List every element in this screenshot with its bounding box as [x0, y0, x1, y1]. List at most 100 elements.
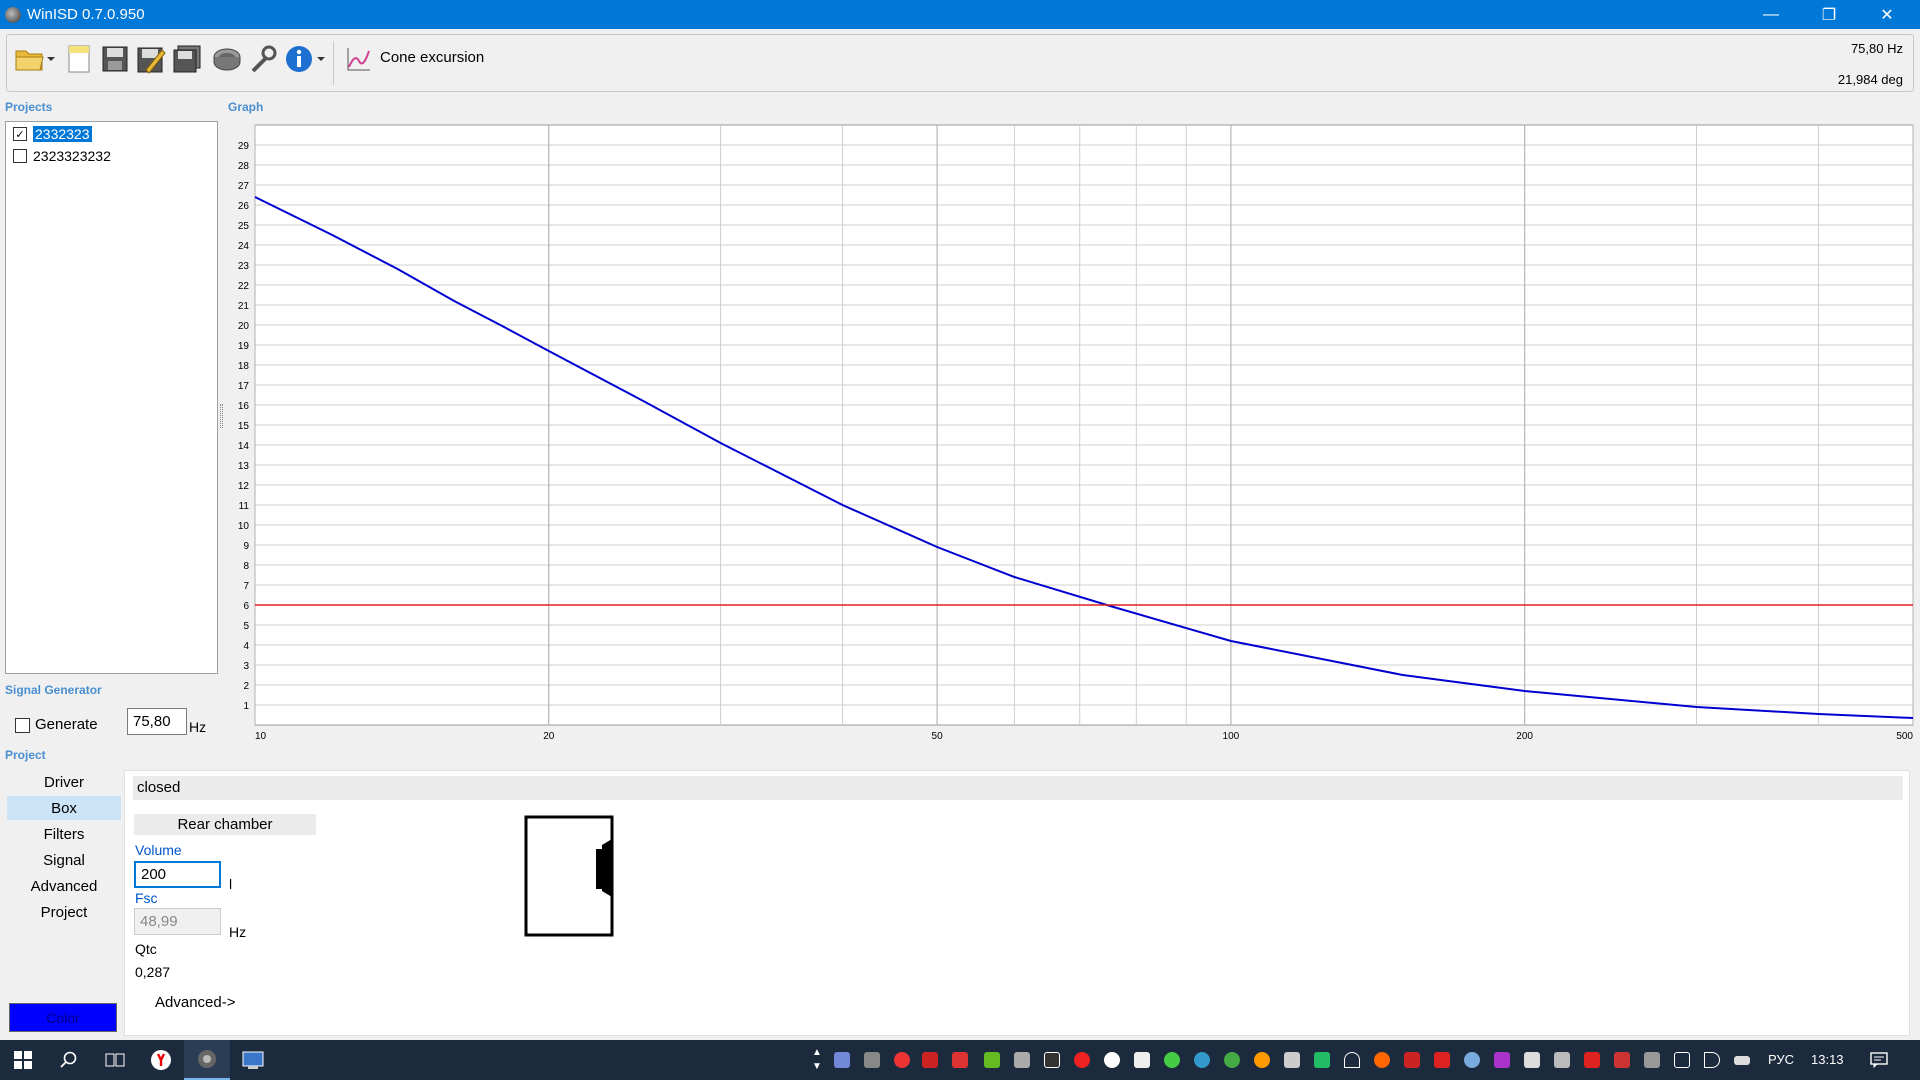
monitor-icon[interactable]	[1644, 1052, 1660, 1068]
y-tick-label: 19	[238, 341, 250, 352]
x-tick-label: 20	[543, 731, 555, 740]
nvidia-icon[interactable]	[984, 1052, 1000, 1068]
usb-icon[interactable]	[1284, 1052, 1300, 1068]
project-checkbox[interactable]	[13, 149, 27, 163]
media-icon[interactable]	[864, 1052, 880, 1068]
info-icon[interactable]	[283, 43, 327, 75]
y-tick-label: 14	[238, 441, 250, 452]
generate-checkbox[interactable]	[15, 718, 30, 733]
project-name: 2332323	[33, 126, 92, 142]
y-tick-label: 10	[238, 521, 250, 532]
clock[interactable]: 13:13	[1811, 1052, 1844, 1067]
task-view-icon[interactable]	[92, 1040, 138, 1080]
taskbar: ▲ ▼ РУС 13:13	[0, 1040, 1920, 1080]
counter-app-icon[interactable]	[1434, 1052, 1450, 1068]
nav-box[interactable]: Box	[7, 796, 121, 820]
restore-button[interactable]: ❐	[1800, 0, 1858, 29]
search-icon[interactable]	[46, 1040, 92, 1080]
minimize-button[interactable]: —	[1742, 0, 1800, 29]
yandex-tray-icon[interactable]	[894, 1052, 910, 1068]
graph-icon[interactable]	[343, 43, 375, 75]
action-center-icon[interactable]	[1856, 1040, 1902, 1080]
graph-label: Graph	[228, 100, 264, 114]
projects-list[interactable]: ✓ 2332323 2323323232	[5, 121, 218, 674]
y-tick-label: 13	[238, 461, 250, 472]
fsc-label: Fsc	[135, 890, 158, 906]
frequency-input[interactable]	[127, 708, 187, 735]
nav-advanced[interactable]: Advanced	[7, 874, 121, 898]
y-tick-label: 3	[243, 661, 249, 672]
signal-generator-label: Signal Generator	[5, 683, 102, 697]
y-tick-label: 4	[243, 641, 249, 652]
game-app-icon[interactable]	[1404, 1052, 1420, 1068]
y-tick-label: 29	[238, 141, 250, 152]
volume-unit: l	[229, 876, 233, 892]
tablet-icon[interactable]	[1524, 1052, 1540, 1068]
windows-start-icon[interactable]	[0, 1040, 46, 1080]
box-diagram	[524, 815, 614, 937]
y-tick-label: 5	[243, 621, 249, 632]
wifi-icon[interactable]	[1344, 1052, 1360, 1068]
discord-icon[interactable]	[834, 1052, 850, 1068]
app-taskbar-icon[interactable]	[230, 1040, 276, 1080]
network-app-icon[interactable]	[1194, 1052, 1210, 1068]
y-tick-label: 9	[243, 541, 249, 552]
nav-signal[interactable]: Signal	[7, 848, 121, 872]
y-tick-label: 1	[243, 701, 249, 712]
app-icon	[5, 7, 21, 23]
y-tick-label: 11	[239, 501, 250, 512]
save-all-icon[interactable]	[171, 43, 203, 75]
project-checkbox[interactable]: ✓	[13, 127, 27, 141]
security-icon[interactable]	[1314, 1052, 1330, 1068]
origin-icon[interactable]	[1374, 1052, 1390, 1068]
epic-games-icon[interactable]	[1044, 1052, 1060, 1068]
battery-icon[interactable]	[1734, 1056, 1750, 1065]
display-app-icon[interactable]	[1494, 1052, 1510, 1068]
x-app-icon[interactable]	[1614, 1052, 1630, 1068]
y-tick-label: 16	[238, 401, 250, 412]
nav-driver[interactable]: Driver	[7, 770, 121, 794]
new-file-icon[interactable]	[63, 43, 95, 75]
language-indicator[interactable]: РУС	[1768, 1052, 1794, 1067]
counter-icon[interactable]	[952, 1052, 968, 1068]
advanced-button[interactable]: Advanced->	[155, 994, 235, 1011]
antivirus-icon[interactable]	[1584, 1052, 1600, 1068]
projects-label: Projects	[5, 100, 53, 114]
y-tick-label: 18	[238, 361, 250, 372]
sync-icon[interactable]	[1014, 1052, 1030, 1068]
splitter-handle[interactable]	[220, 404, 223, 428]
cone-excursion-graph[interactable]: 1234567891011121314151617181920212223242…	[225, 120, 1915, 740]
nav-filters[interactable]: Filters	[7, 822, 121, 846]
opera-icon[interactable]	[1074, 1052, 1090, 1068]
driver-icon[interactable]	[211, 43, 243, 75]
nav-project[interactable]: Project	[7, 900, 121, 924]
network-icon[interactable]	[1674, 1052, 1690, 1068]
tools-icon[interactable]	[247, 43, 279, 75]
rear-chamber-tab[interactable]: Rear chamber	[134, 814, 316, 835]
shield-app-icon[interactable]	[1224, 1052, 1240, 1068]
project-item[interactable]: ✓ 2332323	[9, 124, 214, 144]
y-tick-label: 6	[243, 601, 249, 612]
volume-icon[interactable]	[1704, 1052, 1720, 1068]
project-item[interactable]: 2323323232	[9, 146, 214, 166]
torrent-icon[interactable]	[1164, 1052, 1180, 1068]
plane-icon[interactable]	[1554, 1052, 1570, 1068]
notification-icon[interactable]	[922, 1052, 938, 1068]
steam-icon[interactable]	[1464, 1052, 1480, 1068]
close-button[interactable]: ✕	[1858, 0, 1916, 29]
tray-expand-icon[interactable]: ▲ ▼	[812, 1046, 822, 1074]
flower-icon[interactable]	[1254, 1052, 1270, 1068]
save-as-icon[interactable]	[135, 43, 167, 75]
window-icon[interactable]	[1134, 1052, 1150, 1068]
cloud-icon[interactable]	[1104, 1052, 1120, 1068]
x-tick-label: 10	[255, 731, 267, 740]
y-tick-label: 7	[243, 581, 249, 592]
color-button[interactable]: Color	[9, 1003, 117, 1032]
volume-input[interactable]	[134, 861, 221, 888]
yandex-browser-icon[interactable]	[138, 1040, 184, 1080]
winisd-taskbar-icon[interactable]	[184, 1040, 230, 1080]
save-icon[interactable]	[99, 43, 131, 75]
graph-type-dropdown[interactable]: Cone excursion	[380, 49, 484, 66]
box-type-selector[interactable]: closed	[133, 776, 1903, 800]
open-folder-icon[interactable]	[13, 43, 57, 75]
